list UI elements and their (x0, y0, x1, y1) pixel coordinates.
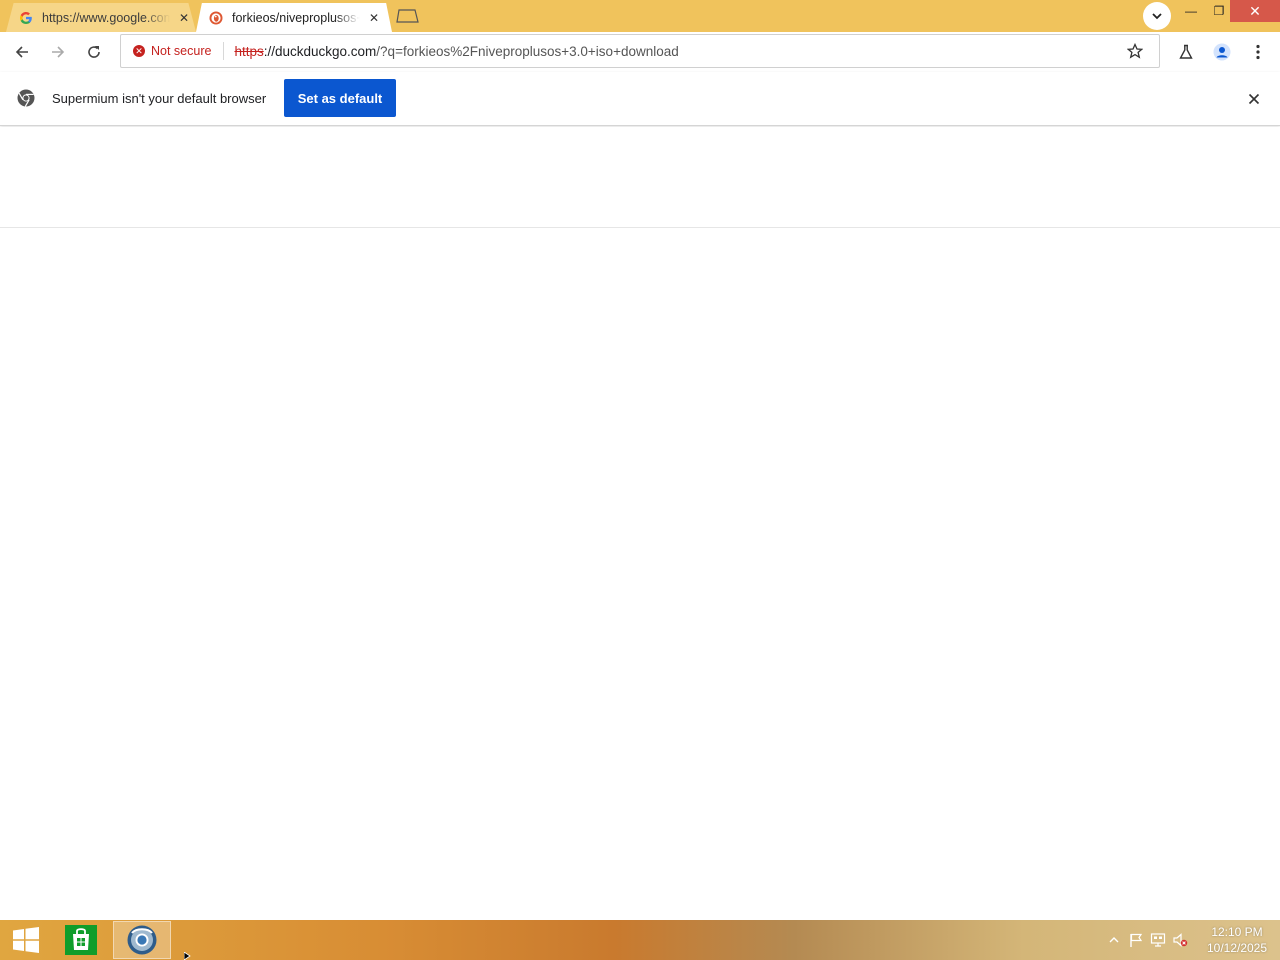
tab-title: forkieos/niveproplusos+3.0+iso+download … (232, 10, 360, 25)
url-scheme: https (234, 43, 264, 59)
google-icon (18, 10, 34, 26)
flag-icon (1130, 933, 1143, 947)
windows-logo-icon (13, 927, 39, 953)
labs-button[interactable] (1172, 38, 1200, 66)
web-page-content (0, 127, 1280, 920)
url-text[interactable]: https://duckduckgo.com/?q=forkieos%2Fniv… (234, 44, 678, 59)
start-button[interactable] (4, 922, 48, 958)
forward-arrow-icon (52, 46, 65, 58)
tab-duckduckgo[interactable]: forkieos/niveproplusos+3.0+iso+download … (196, 3, 392, 32)
security-chip[interactable]: ✕ Not secure (133, 39, 211, 63)
supermium-icon (127, 925, 157, 955)
kebab-menu-icon (1256, 44, 1260, 60)
browser-toolbar: ✕ Not secure https://duckduckgo.com/?q=f… (0, 32, 1280, 72)
forward-button[interactable] (44, 38, 72, 66)
volume-icon[interactable] (1169, 920, 1191, 960)
store-icon (65, 925, 97, 955)
header-divider (0, 227, 1280, 228)
new-tab-icon (396, 9, 419, 23)
minimize-icon: — (1185, 4, 1197, 18)
tab-google[interactable]: https://www.google.com ✕ (6, 3, 196, 32)
system-tray (1103, 920, 1191, 960)
default-browser-infobar: Supermium isn't your default browser Set… (0, 72, 1280, 126)
action-center-icon[interactable] (1125, 920, 1147, 960)
duckduckgo-icon (208, 10, 224, 26)
clock-time: 12:10 PM (1211, 925, 1263, 939)
url-path: /?q=forkieos%2Fniveproplusos+3.0+iso+dow… (376, 43, 679, 59)
profile-button[interactable] (1208, 38, 1236, 66)
infobar-close-icon[interactable] (1244, 89, 1264, 109)
chevron-down-icon (1152, 13, 1162, 20)
tab-close-icon[interactable]: ✕ (176, 10, 192, 26)
chevron-up-icon (1109, 937, 1119, 943)
network-icon[interactable] (1147, 920, 1169, 960)
restore-icon: ❐ (1213, 4, 1225, 18)
taskbar-browser-app[interactable] (113, 921, 171, 959)
reload-icon (88, 46, 100, 58)
url-host: ://duckduckgo.com (263, 43, 377, 59)
chromium-icon (17, 89, 35, 107)
new-tab-button[interactable] (396, 8, 420, 24)
menu-button[interactable] (1244, 38, 1272, 66)
security-label: Not secure (151, 44, 212, 58)
chip-divider (223, 42, 225, 60)
mouse-cursor-icon (184, 952, 191, 960)
tab-search-button[interactable] (1143, 2, 1171, 30)
taskbar-clock[interactable]: 12:10 PM 10/12/2025 (1196, 924, 1278, 956)
tab-close-icon[interactable]: ✕ (366, 10, 382, 26)
network-monitor-icon (1150, 933, 1166, 947)
infobar-message: Supermium isn't your default browser (52, 91, 267, 106)
speaker-muted-icon (1173, 933, 1188, 947)
bookmark-star-icon[interactable] (1125, 41, 1145, 61)
reload-button[interactable] (80, 38, 108, 66)
taskbar-store-app[interactable] (52, 921, 110, 959)
tab-title: https://www.google.com (42, 10, 170, 25)
clock-date: 10/12/2025 (1206, 941, 1268, 955)
close-window-button[interactable]: ✕ (1230, 0, 1280, 22)
show-hidden-icons-button[interactable] (1103, 920, 1125, 960)
not-secure-icon: ✕ (133, 45, 145, 57)
tab-strip: https://www.google.com ✕ forkieos/nivepr… (0, 0, 1280, 32)
set-as-default-button[interactable]: Set as default (284, 79, 396, 117)
back-button[interactable] (8, 38, 36, 66)
close-icon: ✕ (1249, 2, 1261, 19)
back-arrow-icon (15, 46, 28, 58)
flask-icon (1179, 44, 1193, 59)
profile-icon (1213, 43, 1231, 61)
address-bar[interactable]: ✕ Not secure https://duckduckgo.com/?q=f… (120, 34, 1160, 68)
